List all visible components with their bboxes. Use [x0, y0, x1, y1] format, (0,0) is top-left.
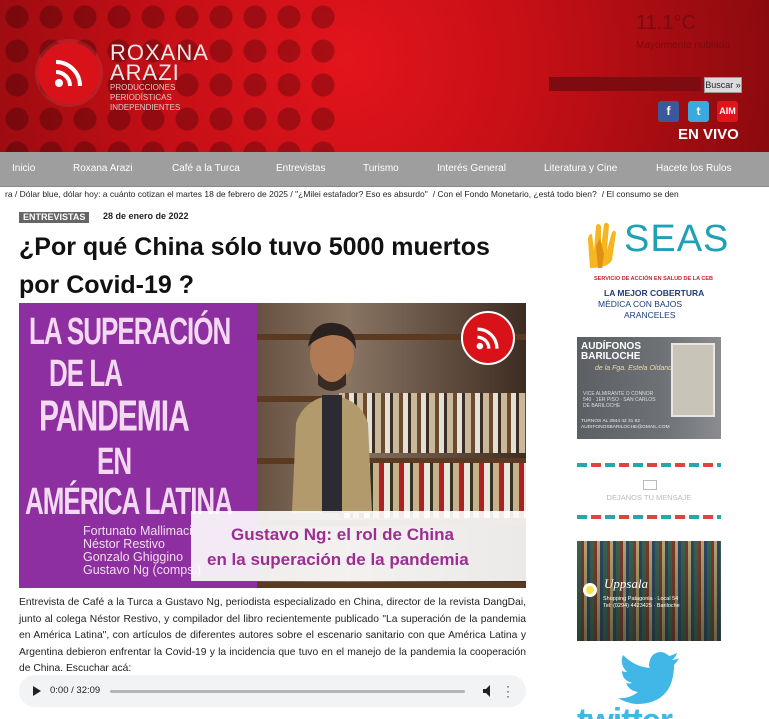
search-input[interactable]: [549, 77, 701, 91]
weather-temperature: 11.1°C: [636, 12, 696, 34]
audifonos-ad[interactable]: AUDÍFONOS BARILOCHE de la Fga. Estela Ol…: [577, 337, 721, 439]
audifonos-subtitle: de la Fga. Estela Oldander: [595, 365, 679, 372]
nav-item-literatura-y-cine[interactable]: Literatura y Cine: [544, 163, 617, 174]
audio-time: 0:00 / 32:09: [50, 685, 101, 696]
volume-icon[interactable]: [483, 685, 493, 697]
nav-item-inicio[interactable]: Inicio: [12, 163, 35, 174]
airmail-stripe: [577, 463, 721, 467]
image-caption-line: en la superación de la pandemia: [207, 550, 469, 569]
rss-logo-icon[interactable]: [38, 42, 100, 104]
hands-icon: [588, 222, 616, 268]
book-title-line: EN: [97, 439, 132, 483]
article-body: Entrevista de Café a la Turca a Gustavo …: [19, 597, 526, 674]
ticker-item[interactable]: / Con el Fondo Monetario, ¿está todo bie…: [433, 187, 597, 201]
rss-logo-icon: [461, 311, 515, 365]
seas-slogan: LA MEJOR COBERTURA: [604, 288, 705, 298]
play-icon[interactable]: [33, 686, 41, 696]
audio-progress-bar[interactable]: [110, 690, 465, 693]
nav-item-cafe-a-la-turca[interactable]: Café a la Turca: [172, 163, 240, 174]
twitter-icon[interactable]: t: [688, 101, 709, 122]
article-hero-image: LA SUPERACIÓN DE LA PANDEMIA EN AMÉRICA …: [19, 303, 526, 588]
book-title-line: PANDEMIA: [39, 393, 190, 441]
live-link[interactable]: EN VIVO: [678, 126, 739, 143]
ticker-item[interactable]: / El consumo se den: [602, 187, 679, 201]
book-title-line: DE LA: [49, 351, 123, 395]
image-caption-box: [191, 511, 526, 581]
uppsala-address-line: Shopping Patagonia · Local 54: [603, 596, 679, 602]
uppsala-photo-shade: [577, 541, 721, 641]
twitter-widget[interactable]: twitter: [577, 650, 721, 719]
leave-message-label: DEJANOS TU MENSAJE: [606, 493, 692, 502]
audifonos-photo: [671, 343, 715, 417]
weather-description: Mayormente nublado: [636, 40, 730, 51]
nav-item-interes-general[interactable]: Interés General: [437, 163, 506, 174]
flower-icon: [583, 583, 597, 597]
nav-item-turismo[interactable]: Turismo: [363, 163, 399, 174]
post-date: 28 de enero de 2022: [103, 211, 189, 221]
book-author: Gustavo Ng (comps.): [83, 563, 202, 577]
nav-item-roxana-arazi[interactable]: Roxana Arazi: [73, 163, 132, 174]
twitter-label: twitter: [577, 702, 673, 719]
nav-item-hacete-los-rulos[interactable]: Hacete los Rulos: [656, 163, 732, 174]
envelope-icon: [643, 480, 657, 490]
seas-ad[interactable]: SEAS SERVICIO DE ACCIÓN EN SALUD DE LA C…: [576, 218, 728, 328]
nav-item-entrevistas[interactable]: Entrevistas: [276, 163, 325, 174]
search-button[interactable]: Buscar »: [704, 77, 742, 93]
main-nav: Inicio Roxana Arazi Café a la Turca Entr…: [0, 152, 769, 187]
audifonos-title-line: BARILOCHE: [581, 351, 641, 362]
more-options-icon[interactable]: · · ·: [506, 680, 510, 702]
audifonos-phone: TURNOS AL 2944 42 31 82 · AUDIFONOSBARIL…: [581, 419, 670, 430]
seas-slogan: ARANCELES: [624, 310, 676, 320]
site-header: ROXANA ARAZI PRODUCCIONES PERIODÍSTICAS …: [0, 0, 769, 152]
uppsala-address-line: Tel: (0294) 4423425 · Bariloche: [603, 603, 680, 609]
twitter-bird-icon: [618, 652, 679, 704]
ticker-item[interactable]: ra / Dólar blue, dólar hoy: a cuánto cot…: [5, 187, 428, 201]
uppsala-ad[interactable]: Uppsala Shopping Patagonia · Local 54 Te…: [577, 541, 721, 641]
brand-tagline: PRODUCCIONES PERIODÍSTICAS INDEPENDIENTE…: [110, 83, 181, 112]
seas-slogan: MÉDICA CON BAJOS: [598, 299, 683, 309]
uppsala-name: Uppsala: [604, 576, 649, 591]
seas-subtitle: SERVICIO DE ACCIÓN EN SALUD DE LA CEB: [594, 276, 713, 282]
interviewee-photo: [292, 322, 372, 513]
audio-player: 0:00 / 32:09 · · ·: [19, 675, 526, 707]
book-authors: Fortunato Mallimaci Néstor Restivo Gonza…: [83, 525, 201, 577]
uppsala-address: Shopping Patagonia · Local 54 Tel: (0294…: [603, 596, 680, 610]
category-badge[interactable]: ENTREVISTAS: [19, 212, 90, 223]
airmail-stripe: [577, 515, 721, 519]
leave-message-widget[interactable]: DEJANOS TU MENSAJE: [577, 463, 721, 521]
article-title[interactable]: ¿Por qué China sólo tuvo 5000 muertos po…: [19, 228, 529, 304]
news-ticker: ra / Dólar blue, dólar hoy: a cuánto cot…: [0, 187, 769, 201]
image-caption-line: Gustavo Ng: el rol de China: [231, 525, 454, 544]
audifonos-title: AUDÍFONOS BARILOCHE: [581, 342, 641, 362]
audifonos-address: VICE ALMIRANTE O CONNOR 540 · 1ER PISO ·…: [583, 391, 656, 409]
book-title-line: LA SUPERACIÓN: [29, 309, 231, 353]
aim-icon[interactable]: AIM: [717, 101, 738, 122]
facebook-icon[interactable]: f: [658, 101, 679, 122]
seas-logo-text: SEAS: [624, 218, 730, 260]
